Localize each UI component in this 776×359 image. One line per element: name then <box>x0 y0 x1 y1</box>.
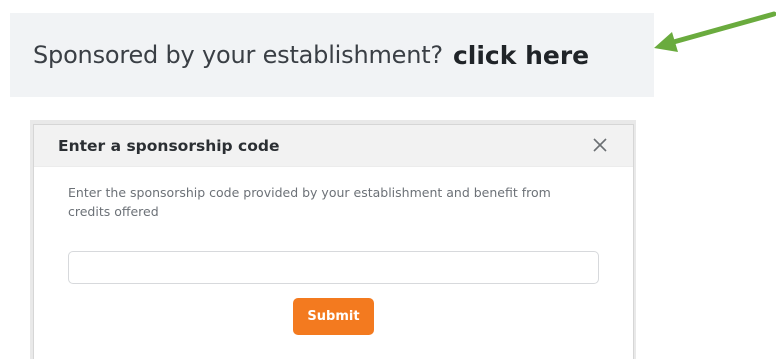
modal-header: Enter a sponsorship code <box>34 125 633 167</box>
sponsorship-modal: Enter a sponsorship code Enter the spons… <box>33 124 634 359</box>
modal-body: Enter the sponsorship code provided by y… <box>34 167 633 335</box>
sponsorship-code-input[interactable] <box>68 251 599 284</box>
modal-title: Enter a sponsorship code <box>58 136 280 155</box>
sponsorship-banner: Sponsored by your establishment? click h… <box>10 13 654 97</box>
arrow-shaft <box>667 11 776 46</box>
submit-button[interactable]: Submit <box>293 298 374 335</box>
close-button[interactable] <box>591 136 609 154</box>
modal-description: Enter the sponsorship code provided by y… <box>68 185 551 219</box>
arrow-head <box>654 32 678 52</box>
banner-text: Sponsored by your establishment? <box>33 41 443 69</box>
submit-row: Submit <box>68 298 599 335</box>
close-icon <box>593 137 607 152</box>
arrow-pointing-left-icon <box>654 11 776 52</box>
screenshot-stage: Sponsored by your establishment? click h… <box>0 0 776 359</box>
click-here-link[interactable]: click here <box>453 41 589 70</box>
